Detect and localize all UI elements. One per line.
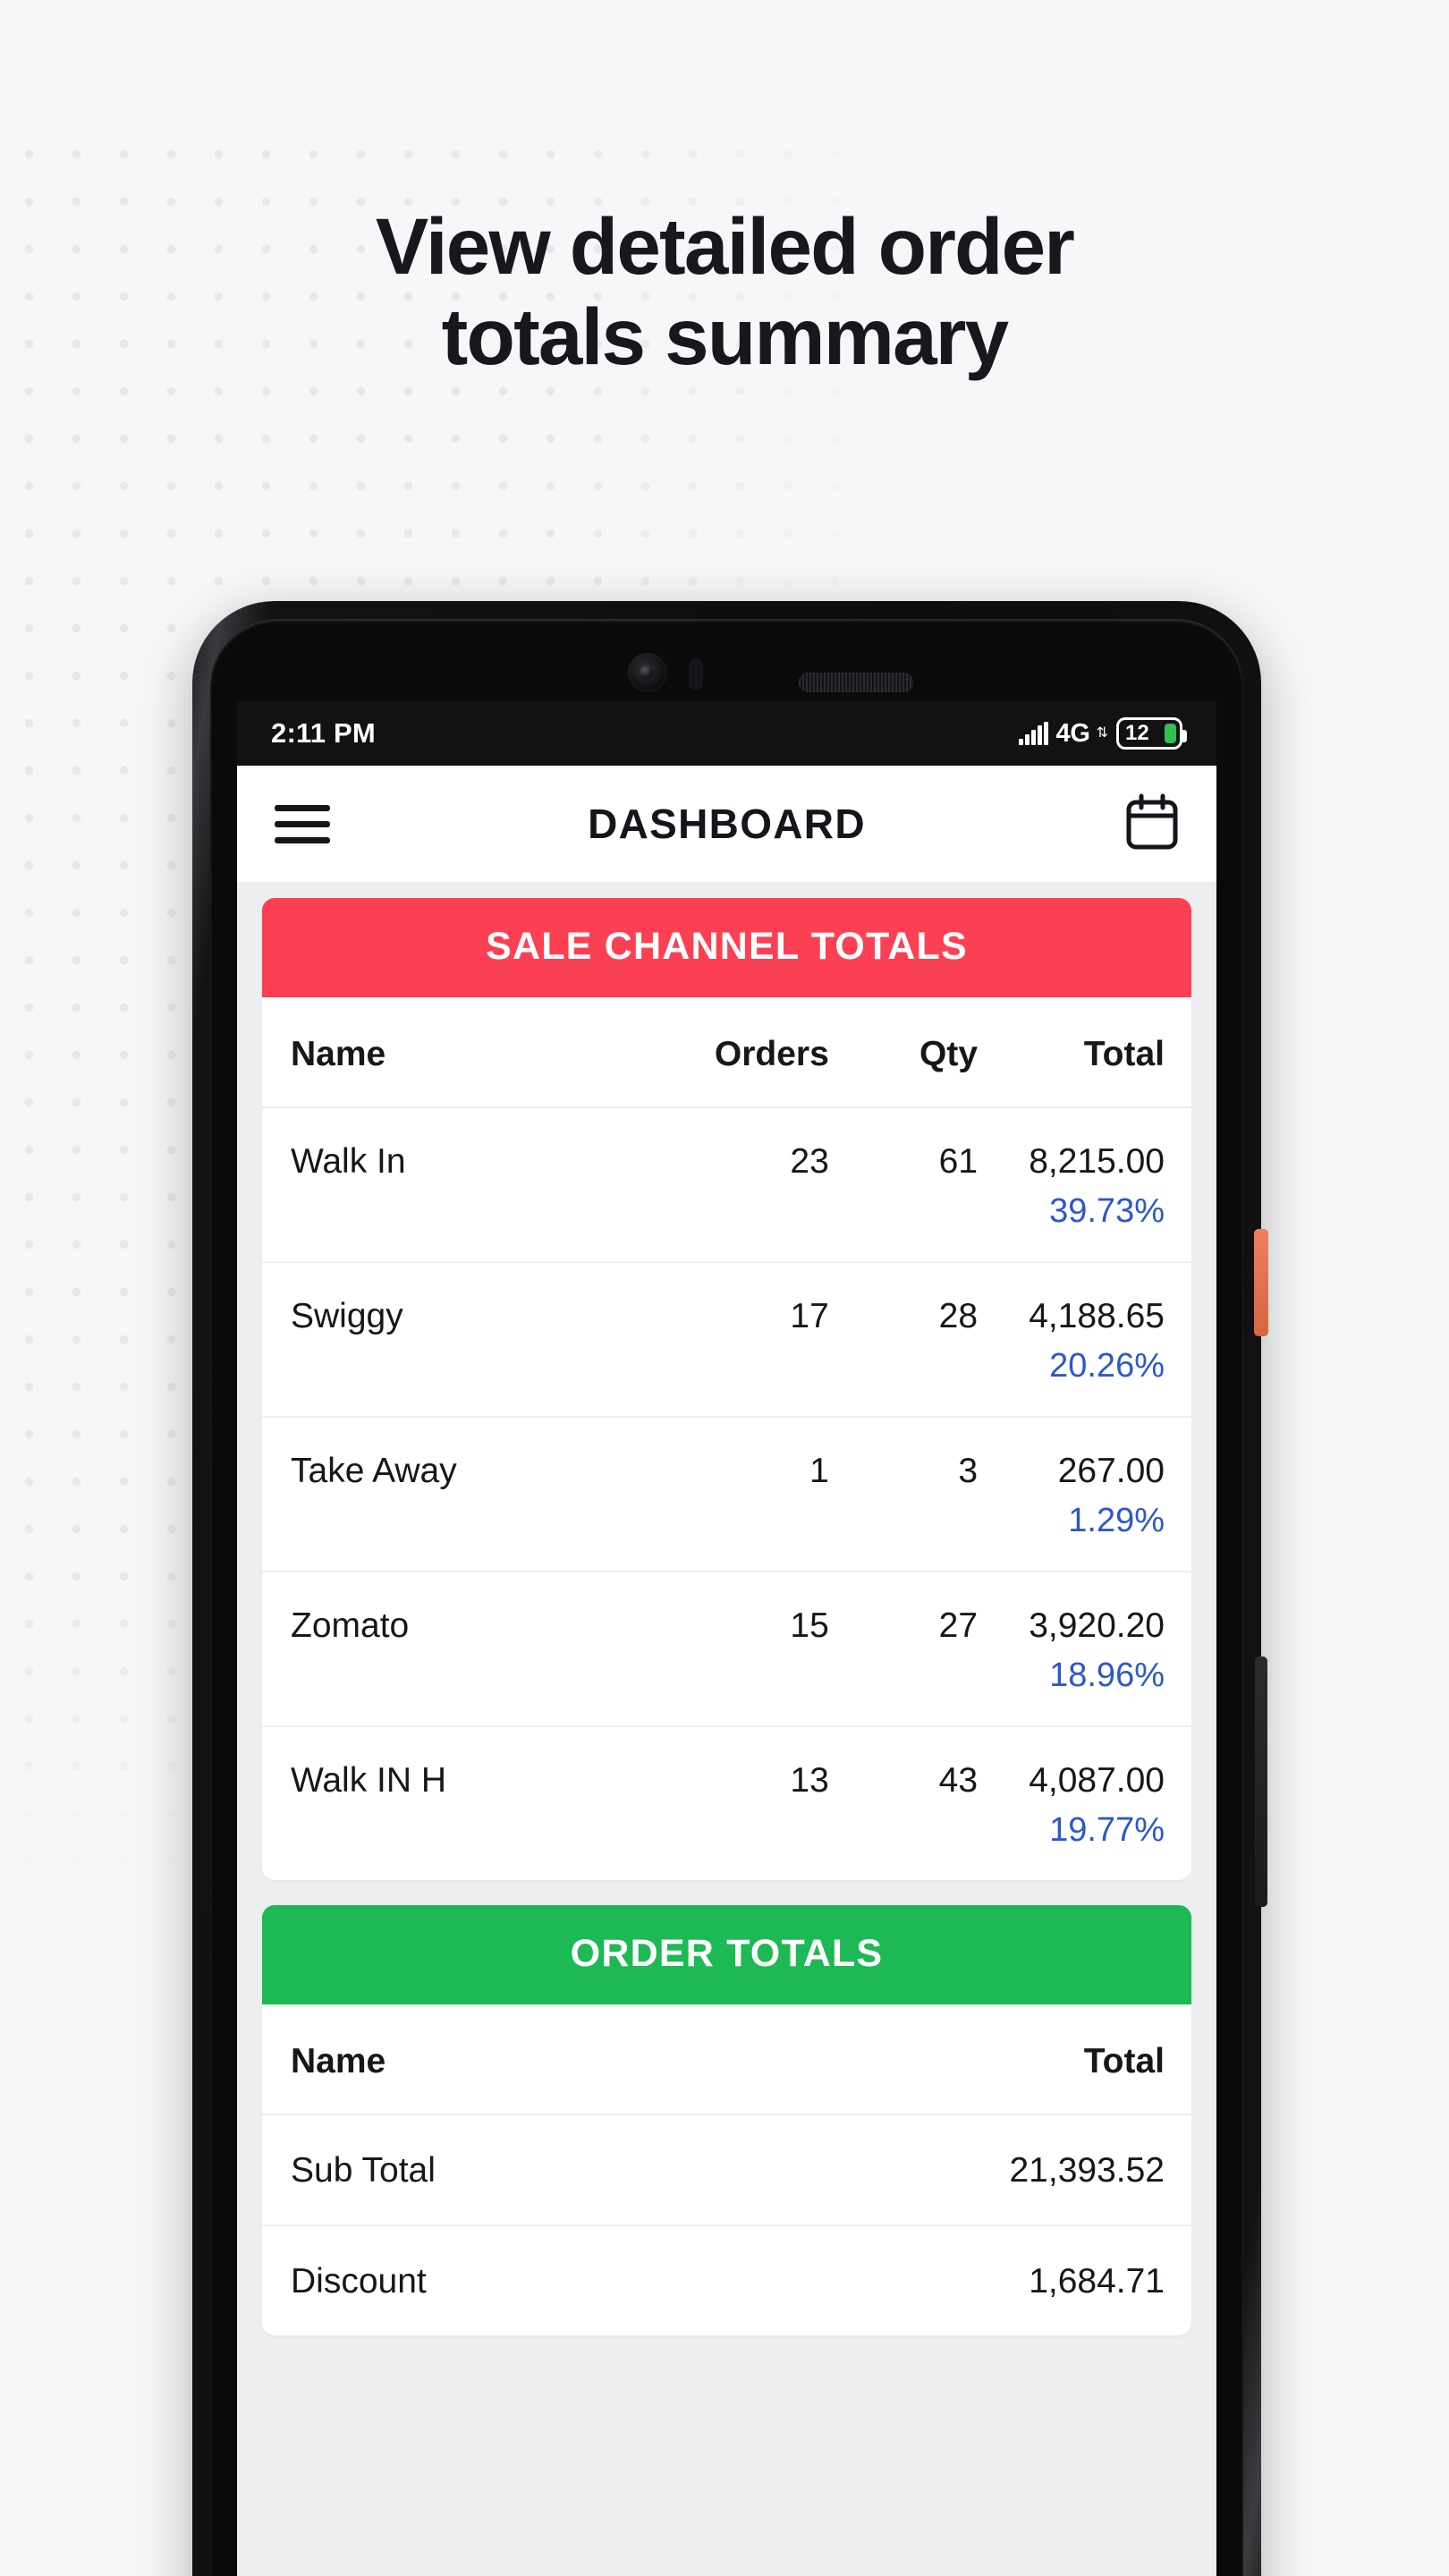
cell-qty: 43 <box>938 1761 979 1800</box>
cell-percentage: 20.26% <box>1049 1347 1165 1385</box>
app-bar: DASHBOARD <box>237 766 1216 882</box>
volume-rocker-button[interactable] <box>1255 1657 1267 1907</box>
page-headline: View detailed order totals summary <box>0 201 1449 383</box>
cell-qty: 61 <box>828 1107 979 1263</box>
cell-total: 267.00 1.29% <box>978 1417 1191 1572</box>
sale-channel-table: Name Orders Qty Total Walk In 23 61 8,21… <box>262 997 1191 1880</box>
power-button[interactable] <box>1254 1229 1268 1336</box>
cell-qty: 3 <box>828 1417 979 1572</box>
cell-name: Take Away <box>262 1417 653 1572</box>
cell-total: 3,920.20 18.96% <box>978 1572 1191 1727</box>
cell-total-value: 4,087.00 <box>1029 1761 1165 1800</box>
cell-name: Swiggy <box>262 1262 653 1418</box>
battery-fill <box>1165 724 1176 743</box>
column-header-total: Total <box>773 2004 1191 2115</box>
cell-name: Walk In <box>262 1107 653 1263</box>
table-row[interactable]: Zomato 15 27 3,920.20 18.96% <box>262 1572 1191 1727</box>
signal-strength-icon <box>1019 722 1048 745</box>
cell-name: Sub Total <box>262 2114 774 2226</box>
cell-total: 4,188.65 20.26% <box>978 1262 1191 1418</box>
headline-line-2: totals summary <box>441 292 1009 382</box>
dashboard-content: SALE CHANNEL TOTALS Name Orders Qty Tota… <box>237 882 1216 2335</box>
hamburger-menu-icon[interactable] <box>275 804 330 843</box>
cell-total-value: 3,920.20 <box>1029 1606 1165 1645</box>
cell-total-value: 4,188.65 <box>1029 1297 1165 1335</box>
cell-orders: 15 <box>652 1572 829 1727</box>
cell-total: 4,087.00 19.77% <box>978 1726 1191 1880</box>
status-bar-indicators: 4G ⇅ 12 <box>1019 717 1187 750</box>
table-row[interactable]: Take Away 1 3 267.00 1.29% <box>262 1417 1191 1572</box>
data-transfer-arrows-icon: ⇅ <box>1096 725 1108 741</box>
cell-total: 1,684.71 <box>1029 2262 1165 2301</box>
cell-name: Zomato <box>262 1572 653 1727</box>
sale-channel-banner: SALE CHANNEL TOTALS <box>262 898 1191 997</box>
column-header-qty: Qty <box>828 997 979 1108</box>
network-type-label: 4G <box>1055 718 1090 748</box>
headline-line-1: View detailed order <box>375 201 1075 291</box>
cell-orders: 1 <box>652 1417 829 1572</box>
battery-level-label: 12 <box>1125 721 1149 745</box>
table-row[interactable]: Sub Total 21,393.52 <box>262 2114 1191 2226</box>
camera-lens <box>640 665 653 679</box>
cell-qty: 28 <box>828 1262 979 1418</box>
phone-screen: 2:11 PM 4G ⇅ 12 DASHBOARD SALE CHANNEL T… <box>237 701 1216 2576</box>
page-title: DASHBOARD <box>588 801 866 847</box>
cell-percentage: 1.29% <box>1068 1502 1165 1539</box>
table-row[interactable]: Walk In 23 61 8,215.00 39.73% <box>262 1107 1191 1263</box>
battery-icon: 12 <box>1116 717 1187 750</box>
column-header-total: Total <box>978 997 1191 1108</box>
phone-mockup: 2:11 PM 4G ⇅ 12 DASHBOARD SALE CHANNEL T… <box>192 601 1268 2576</box>
order-totals-banner: ORDER TOTALS <box>262 1905 1191 2004</box>
cell-total: 21,393.52 <box>773 2114 1191 2226</box>
cell-name: Discount <box>291 2262 427 2301</box>
order-totals-table: Name Total Sub Total 21,393.52 Discount <box>262 2004 1191 2335</box>
earpiece-speaker <box>799 673 913 692</box>
column-header-name: Name <box>262 997 653 1108</box>
cell-orders: 13 <box>790 1761 829 1800</box>
proximity-sensor-icon <box>689 658 703 691</box>
cell-name: Walk IN H <box>291 1761 447 1800</box>
table-row[interactable]: Walk IN H 13 43 4,087.00 19.77% <box>262 1726 1191 1880</box>
column-header-orders: Orders <box>652 997 829 1108</box>
column-header-name: Name <box>262 2004 774 2115</box>
table-row[interactable]: Swiggy 17 28 4,188.65 20.26% <box>262 1262 1191 1418</box>
cell-percentage: 39.73% <box>1049 1192 1165 1230</box>
table-header-row: Name Total <box>262 2004 1191 2115</box>
cell-total: 8,215.00 39.73% <box>978 1107 1191 1263</box>
status-bar: 2:11 PM 4G ⇅ 12 <box>237 701 1216 766</box>
cell-percentage: 19.77% <box>1049 1811 1165 1849</box>
cell-orders: 23 <box>652 1107 829 1263</box>
cell-total-value: 267.00 <box>1057 1452 1165 1490</box>
sale-channel-totals-card: SALE CHANNEL TOTALS Name Orders Qty Tota… <box>262 898 1191 1880</box>
front-camera-icon <box>628 653 667 692</box>
cell-total-value: 8,215.00 <box>1029 1142 1165 1181</box>
table-row[interactable]: Discount 1,684.71 <box>262 2225 1191 2335</box>
table-header-row: Name Orders Qty Total <box>262 997 1191 1108</box>
cell-orders: 17 <box>652 1262 829 1418</box>
order-totals-card: ORDER TOTALS Name Total Sub Total 21,393… <box>262 1905 1191 2335</box>
status-bar-clock: 2:11 PM <box>271 717 376 749</box>
calendar-icon[interactable] <box>1125 793 1179 855</box>
cell-percentage: 18.96% <box>1049 1657 1165 1694</box>
promo-page: View detailed order totals summary 2:11 … <box>0 0 1449 2576</box>
cell-qty: 27 <box>828 1572 979 1727</box>
